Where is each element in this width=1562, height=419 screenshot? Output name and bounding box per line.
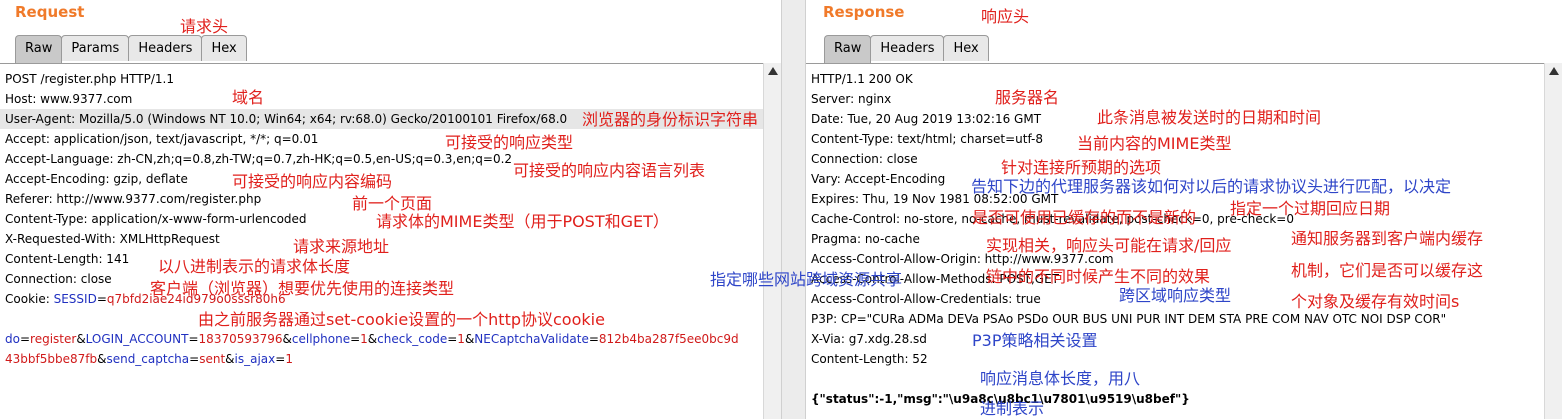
response-line: Connection: close xyxy=(811,152,918,166)
param-key: NECaptchaValidate xyxy=(474,332,589,346)
request-line: Content-Type: application/x-www-form-url… xyxy=(5,212,307,226)
annotation: 可接受的响应内容编码 xyxy=(232,172,393,191)
annotation: P3P策略相关设置 xyxy=(972,331,1098,350)
annotation: 请求体的MIME类型（用于POST和GET） xyxy=(376,212,669,231)
request-line: Content-Length: 141 xyxy=(5,252,130,266)
cookie-label: Cookie: xyxy=(5,292,54,306)
response-line: X-Via: g7.xdg.28.sd xyxy=(811,332,927,346)
annotation: 实现相关，响应头可能在请求/回应 xyxy=(986,236,1232,255)
annotation: 个对象及缓存有效时间s xyxy=(1291,292,1460,311)
param-key: check_code xyxy=(377,332,448,346)
annotation: 可接受的响应内容语言列表 xyxy=(513,161,706,180)
response-line: Date: Tue, 20 Aug 2019 13:02:16 GMT xyxy=(811,112,1042,126)
request-panel: Request Raw Params Headers Hex POST /reg… xyxy=(0,0,781,419)
param-value: register xyxy=(30,332,77,346)
annotation: 前一个页面 xyxy=(352,194,433,213)
response-line: Access-Control-Allow-Credentials: true xyxy=(811,292,1041,306)
scroll-up-icon[interactable] xyxy=(768,67,778,75)
param-value: 1 xyxy=(457,332,465,346)
response-line: HTTP/1.1 200 OK xyxy=(811,72,913,86)
annotation: 域名 xyxy=(232,88,265,107)
annotation: 是否可使用已缓存的而不是新的 xyxy=(972,208,1197,227)
param-value: 18370593796 xyxy=(198,332,283,346)
request-tabs: Raw Params Headers Hex xyxy=(15,35,247,63)
response-tab-headers[interactable]: Headers xyxy=(870,35,945,61)
param-key: do xyxy=(5,332,20,346)
cookie-key: SESSID xyxy=(53,292,97,306)
annotation: 进制表示 xyxy=(980,399,1045,418)
annotation: 响应头 xyxy=(981,7,1030,26)
annotation: 针对连接所预期的选项 xyxy=(1001,158,1162,177)
annotation: 可接受的响应类型 xyxy=(445,133,574,152)
request-tab-params[interactable]: Params xyxy=(61,35,130,61)
param-key: send_captcha xyxy=(106,352,190,366)
param-key: is_ajax xyxy=(234,352,276,366)
response-title: Response xyxy=(823,3,905,21)
annotation: 通知服务器到客户端内缓存 xyxy=(1291,229,1484,248)
response-line: Content-Type: text/html; charset=utf-8 xyxy=(811,132,1044,146)
request-tab-hex[interactable]: Hex xyxy=(201,35,247,61)
annotation: 浏览器的身份标识字符串 xyxy=(582,110,759,129)
annotation: 响应消息体长度，用八 xyxy=(980,369,1141,388)
annotation: 指定哪些网站跨域资源共享 xyxy=(710,270,903,289)
response-line: Pragma: no-cache xyxy=(811,232,920,246)
annotation: 跨区域响应类型 xyxy=(1119,286,1232,305)
response-tab-hex[interactable]: Hex xyxy=(943,35,989,61)
annotation: 请求头 xyxy=(180,17,229,36)
request-tab-raw[interactable]: Raw xyxy=(15,35,63,63)
response-panel: Response Raw Headers Hex HTTP/1.1 200 OK… xyxy=(806,0,1562,419)
annotation: 服务器名 xyxy=(995,88,1060,107)
request-line: Accept-Language: zh-CN,zh;q=0.8,zh-TW;q=… xyxy=(5,152,513,166)
annotation: 由之前服务器通过set-cookie设置的一个http协议cookie xyxy=(198,310,605,329)
annotation: 告知下边的代理服务器该如何对以后的请求协议头进行匹配，以决定 xyxy=(971,177,1452,196)
param-key: cellphone xyxy=(291,332,351,346)
annotation: 机制，它们是否可以缓存这 xyxy=(1291,261,1484,280)
annotation: 此条消息被发送时的日期和时间 xyxy=(1097,108,1322,127)
scroll-up-icon[interactable] xyxy=(1549,67,1559,75)
annotation: 客户端（浏览器）想要优先使用的连接类型 xyxy=(150,279,455,298)
request-line: Accept: application/json, text/javascrip… xyxy=(5,132,319,146)
response-scrollbar[interactable] xyxy=(1544,63,1562,419)
annotation: 请求来源地址 xyxy=(293,237,390,256)
response-line: Vary: Accept-Encoding xyxy=(811,172,946,186)
request-line: Accept-Encoding: gzip, deflate xyxy=(5,172,188,186)
request-line: Referer: http://www.9377.com/register.ph… xyxy=(5,192,262,206)
annotation: 链中的不同时候产生不同的效果 xyxy=(986,267,1211,286)
param-value: 43bbf5bbe87fb xyxy=(5,352,98,366)
response-line: Content-Length: 52 xyxy=(811,352,928,366)
panel-divider[interactable] xyxy=(781,0,806,419)
annotation: 当前内容的MIME类型 xyxy=(1077,134,1232,153)
annotation: 指定一个过期回应日期 xyxy=(1230,199,1391,218)
param-value: 1 xyxy=(285,352,293,366)
request-tab-headers[interactable]: Headers xyxy=(128,35,203,61)
request-line: POST /register.php HTTP/1.1 xyxy=(5,72,174,86)
request-scrollbar[interactable] xyxy=(763,63,781,419)
request-line: Connection: close xyxy=(5,272,112,286)
param-value: 812b4ba287f5ee0bc9d xyxy=(598,332,739,346)
request-body-line: 43bbf5bbe87fb&send_captcha=sent&is_ajax=… xyxy=(5,352,293,366)
request-title: Request xyxy=(15,3,85,21)
request-line: X-Requested-With: XMLHttpRequest xyxy=(5,232,220,246)
response-line: Server: nginx xyxy=(811,92,892,106)
annotation: 以八进制表示的请求体长度 xyxy=(158,257,351,276)
param-value: 1 xyxy=(360,332,368,346)
param-value: sent xyxy=(199,352,226,366)
request-line: Host: www.9377.com xyxy=(5,92,133,106)
response-line: P3P: CP="CURa ADMa DEVa PSAo PSDo OUR BU… xyxy=(811,312,1447,326)
response-tab-raw[interactable]: Raw xyxy=(824,35,872,63)
request-body-line: do=register&LOGIN_ACCOUNT=18370593796&ce… xyxy=(5,332,739,346)
response-tabs: Raw Headers Hex xyxy=(824,35,989,63)
param-key: LOGIN_ACCOUNT xyxy=(85,332,189,346)
